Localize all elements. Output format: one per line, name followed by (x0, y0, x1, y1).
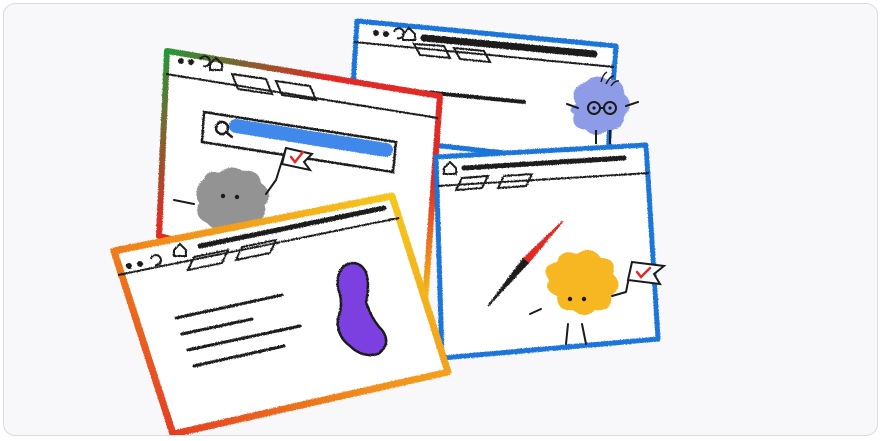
browsers-illustration (110, 18, 667, 435)
browser-window-safari (433, 142, 661, 361)
illustration-card (3, 3, 878, 436)
